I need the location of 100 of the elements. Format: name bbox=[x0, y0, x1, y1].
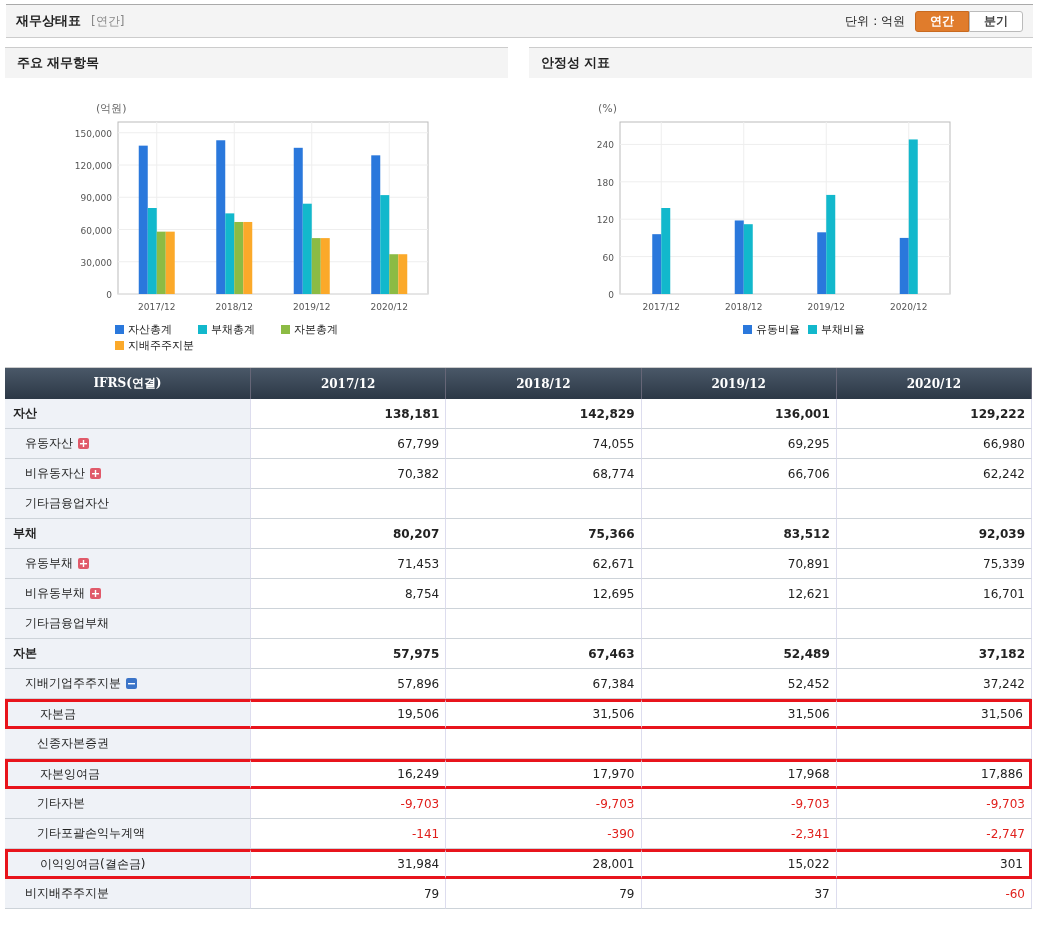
row-label-text: 자본금 bbox=[39, 705, 76, 723]
legend-label: 자본총계 bbox=[294, 322, 338, 337]
table-cell: 28,001 bbox=[446, 849, 642, 879]
period-tab[interactable]: 분기 bbox=[969, 10, 1023, 32]
table-cell: 62,671 bbox=[446, 549, 642, 579]
table-cell: 70,382 bbox=[251, 459, 447, 489]
x-tick-label: 2018/12 bbox=[725, 302, 763, 312]
x-tick-label: 2017/12 bbox=[138, 302, 176, 312]
y-tick-label: 180 bbox=[596, 177, 614, 188]
table-cell: 79 bbox=[251, 879, 447, 909]
row-label-text: 비유동자산 bbox=[24, 465, 85, 482]
table-cell: 142,829 bbox=[446, 399, 642, 429]
table-cell: 15,022 bbox=[641, 849, 837, 879]
row-label-text: 자산 bbox=[13, 405, 37, 422]
table-cell: 37,182 bbox=[836, 639, 1032, 669]
y-tick-label: 120 bbox=[596, 215, 614, 226]
row-label-text: 비지배주주지분 bbox=[24, 885, 109, 902]
y-tick-label: 90,000 bbox=[80, 193, 112, 204]
table-cell: 31,984 bbox=[251, 849, 447, 879]
table-cell: 74,055 bbox=[446, 429, 642, 459]
row-label-text: 기타금융업부채 bbox=[24, 615, 109, 632]
chart-bar bbox=[234, 222, 244, 294]
row-label-text: 기타금융업자산 bbox=[24, 495, 109, 512]
table-cell: 71,453 bbox=[251, 549, 447, 579]
chart-bar bbox=[243, 222, 253, 294]
legend-label: 부채총계 bbox=[211, 322, 255, 337]
column-header: 2018/12 bbox=[446, 368, 642, 399]
table-cell: 37,242 bbox=[836, 669, 1032, 699]
table-cell: -9,703 bbox=[836, 789, 1032, 819]
row-label-text: 지배기업주주지분 bbox=[24, 675, 121, 692]
table-cell: 75,366 bbox=[446, 519, 642, 549]
legend-label: 유동비율 bbox=[756, 322, 800, 337]
table-cell: 17,886 bbox=[836, 759, 1032, 789]
row-label-text: 유동자산 bbox=[24, 435, 73, 452]
column-header: 2019/12 bbox=[641, 368, 837, 399]
expand-icon[interactable] bbox=[78, 558, 89, 569]
y-tick-label: 240 bbox=[596, 140, 614, 151]
table-cell: 52,452 bbox=[641, 669, 837, 699]
table-cell: 67,384 bbox=[446, 669, 642, 699]
y-tick-label: 120,000 bbox=[74, 161, 112, 171]
x-tick-label: 2019/12 bbox=[807, 302, 845, 312]
table-cell: 66,706 bbox=[641, 459, 837, 489]
y-tick-label: 0 bbox=[608, 290, 614, 300]
table-cell: 17,970 bbox=[446, 759, 642, 789]
row-label-text: 자본잉여금 bbox=[39, 765, 100, 783]
table-cell: 75,339 bbox=[836, 549, 1032, 579]
chart-unit: (%) bbox=[598, 102, 618, 115]
legend-label: 지배주주지분 bbox=[128, 338, 194, 353]
column-header: IFRS(연결) bbox=[5, 368, 251, 399]
legend-label: 부채비율 bbox=[821, 322, 865, 337]
section-title: 재무상태표 bbox=[16, 12, 81, 30]
table-cell: 31,506 bbox=[641, 699, 837, 729]
expand-icon[interactable] bbox=[90, 588, 101, 599]
row-label-text: 유동부채 bbox=[24, 555, 73, 572]
table-cell: 31,506 bbox=[836, 699, 1032, 729]
row-label-text: 기타포괄손익누계액 bbox=[36, 825, 145, 842]
y-tick-label: 150,000 bbox=[74, 128, 112, 139]
table-cell: 17,968 bbox=[641, 759, 837, 789]
table-cell: -9,703 bbox=[446, 789, 642, 819]
expand-icon[interactable] bbox=[90, 468, 101, 479]
table-cell: -9,703 bbox=[251, 789, 447, 819]
table-cell: -60 bbox=[836, 879, 1032, 909]
y-tick-label: 30,000 bbox=[80, 257, 112, 268]
column-header: 2020/12 bbox=[836, 368, 1032, 399]
table-cell: 92,039 bbox=[836, 519, 1032, 549]
table-cell: 12,695 bbox=[446, 579, 642, 609]
collapse-icon[interactable] bbox=[126, 678, 137, 689]
table-cell: 67,799 bbox=[251, 429, 447, 459]
table-cell: 136,001 bbox=[641, 399, 837, 429]
table-cell: 68,774 bbox=[446, 459, 642, 489]
legend-label: 자산총계 bbox=[128, 322, 172, 337]
table-cell: 83,512 bbox=[641, 519, 837, 549]
table-cell: 16,701 bbox=[836, 579, 1032, 609]
chart-bar bbox=[398, 254, 408, 294]
row-label-text: 비유동부채 bbox=[24, 585, 85, 602]
panel-title: 안정성 지표 bbox=[529, 47, 1032, 78]
x-tick-label: 2020/12 bbox=[370, 302, 408, 312]
unit-label: 단위 : 억원 bbox=[845, 12, 905, 30]
y-tick-label: 0 bbox=[106, 290, 112, 300]
table-cell: 80,207 bbox=[251, 519, 447, 549]
row-label-text: 기타자본 bbox=[36, 795, 85, 812]
table-cell: -9,703 bbox=[641, 789, 837, 819]
panel-title: 주요 재무항목 bbox=[5, 47, 508, 78]
table-cell: 67,463 bbox=[446, 639, 642, 669]
period-tag: [연간] bbox=[91, 12, 125, 30]
chart-bar bbox=[156, 231, 166, 294]
row-label-text: 신종자본증권 bbox=[36, 735, 109, 752]
chart-bar bbox=[743, 224, 753, 294]
x-tick-label: 2017/12 bbox=[642, 302, 680, 312]
table-cell: 62,242 bbox=[836, 459, 1032, 489]
table-cell: -2,747 bbox=[836, 819, 1032, 849]
expand-icon[interactable] bbox=[78, 438, 89, 449]
table-cell: 138,181 bbox=[251, 399, 447, 429]
table-cell: 69,295 bbox=[641, 429, 837, 459]
table-cell: 57,975 bbox=[251, 639, 447, 669]
table-cell: 16,249 bbox=[251, 759, 447, 789]
table-cell: 37 bbox=[641, 879, 837, 909]
table-cell: 57,896 bbox=[251, 669, 447, 699]
table-cell: 129,222 bbox=[836, 399, 1032, 429]
table-cell: -390 bbox=[446, 819, 642, 849]
